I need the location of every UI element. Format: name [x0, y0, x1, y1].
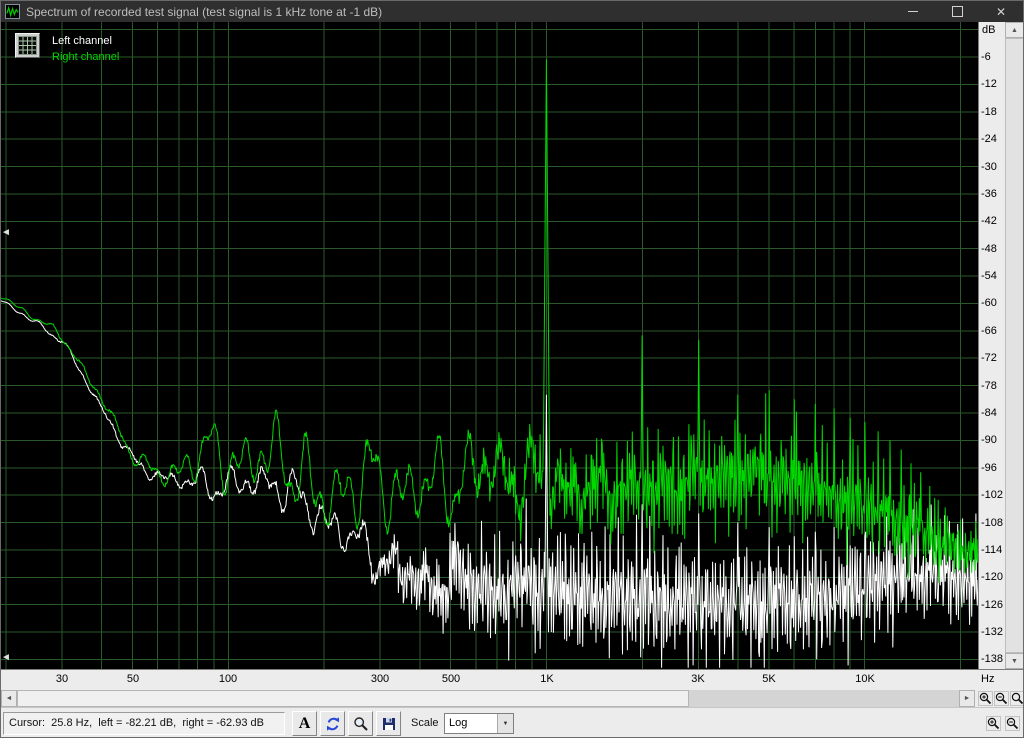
font-icon: A	[298, 714, 311, 732]
y-tick-label: -108	[981, 517, 1004, 529]
magnifier-icon	[1011, 692, 1023, 705]
title-bar[interactable]: Spectrum of recorded test signal (test s…	[1, 1, 1023, 22]
magnifier-icon	[353, 716, 368, 731]
series-right-channel	[1, 59, 978, 583]
x-tick-label: 10K	[855, 673, 875, 685]
zoom-out-vertical-button[interactable]	[1005, 716, 1020, 731]
y-tick-label: -66	[981, 325, 997, 337]
y-tick-label: -42	[981, 215, 997, 227]
legend: Left channel Right channel	[15, 33, 119, 65]
scale-select[interactable]: Log ▼	[444, 713, 514, 734]
scroll-left-button[interactable]: ◄	[1, 690, 17, 707]
zoom-in-horizontal-button[interactable]	[978, 691, 993, 706]
x-tick-label: 500	[441, 673, 461, 685]
status-bar: Cursor: 25.8 Hz, left = -82.21 dB, right…	[1, 707, 1023, 737]
cursor-readout: Cursor: 25.8 Hz, left = -82.21 dB, right…	[3, 712, 285, 735]
x-axis-strip: Hz 30 50 100 300 500 1K 3K 5K 10K	[1, 669, 1023, 690]
inspect-button[interactable]	[348, 711, 373, 736]
x-tick-label: 100	[218, 673, 238, 685]
minimize-button[interactable]	[891, 1, 935, 22]
app-icon	[5, 4, 20, 19]
y-tick-label: -12	[981, 78, 997, 90]
scale-label: Scale	[411, 717, 439, 729]
legend-labels: Left channel Right channel	[52, 33, 119, 65]
spectrum-plot[interactable]: Left channel Right channel ◄ ◄	[1, 22, 978, 669]
horizontal-scrollbar[interactable]: ◄ ►	[1, 690, 1023, 707]
vertical-scrollbar-thumb[interactable]	[1005, 38, 1023, 653]
y-tick-label: -120	[981, 571, 1004, 583]
y-tick-label: -54	[981, 270, 997, 282]
scroll-right-button[interactable]: ►	[959, 690, 975, 707]
close-icon: ✕	[995, 4, 1007, 19]
y-tick-label: -72	[981, 352, 997, 364]
vertical-scrollbar[interactable]: ▲ ▼	[1005, 22, 1023, 669]
scroll-right-icon: ►	[963, 695, 971, 702]
scroll-down-icon: ▼	[1011, 657, 1018, 665]
zoom-in-icon	[987, 717, 1000, 730]
spectrum-canvas[interactable]	[1, 22, 978, 669]
maximize-button[interactable]	[935, 1, 979, 22]
zoom-in-icon	[979, 692, 992, 705]
zoom-reset-button[interactable]	[1010, 691, 1023, 706]
save-button[interactable]	[376, 711, 401, 736]
y-tick-label: -18	[981, 106, 997, 118]
y-axis-unit-label: dB	[982, 24, 996, 36]
scroll-up-button[interactable]: ▲	[1005, 22, 1023, 38]
refresh-button[interactable]	[320, 711, 345, 736]
close-button[interactable]: ✕	[979, 1, 1023, 22]
zoom-out-icon	[995, 692, 1008, 705]
y-tick-label: -78	[981, 380, 997, 392]
y-axis-strip: dB -6 -12 -18 -24 -30 -36 -42 -48 -54 -60 -66 -72 -7…	[978, 22, 1005, 669]
y-tick-label: -24	[981, 133, 997, 145]
window-title: Spectrum of recorded test signal (test s…	[26, 4, 383, 19]
x-tick-label: 1K	[540, 673, 554, 685]
y-tick-label: -48	[981, 243, 997, 255]
x-tick-label: 3K	[691, 673, 705, 685]
left-axis-marker-icon: ◄	[1, 227, 11, 238]
combo-dropdown-button[interactable]: ▼	[497, 714, 513, 733]
zoom-out-icon	[1006, 717, 1019, 730]
grid-icon	[18, 36, 37, 55]
y-tick-label: -138	[981, 653, 1004, 665]
scroll-up-icon: ▲	[1011, 26, 1018, 34]
y-tick-label: -102	[981, 489, 1004, 501]
y-tick-label: -126	[981, 599, 1004, 611]
legend-left-channel: Left channel	[52, 35, 112, 47]
y-tick-label: -96	[981, 462, 997, 474]
scroll-left-icon: ◄	[5, 695, 13, 702]
maximize-icon	[951, 6, 963, 17]
y-tick-label: -132	[981, 626, 1004, 638]
x-tick-label: 300	[370, 673, 390, 685]
scale-select-value: Log	[449, 717, 468, 729]
zoom-in-vertical-button[interactable]	[986, 716, 1001, 731]
y-tick-label: -90	[981, 434, 997, 446]
refresh-icon	[326, 716, 339, 731]
legend-right-channel: Right channel	[52, 51, 120, 63]
save-icon	[382, 717, 395, 730]
x-axis-unit-label: Hz	[981, 673, 995, 685]
chevron-down-icon: ▼	[502, 720, 509, 727]
horizontal-scrollbar-thumb[interactable]	[17, 690, 689, 707]
x-tick-label: 50	[126, 673, 140, 685]
font-button[interactable]: A	[292, 711, 317, 736]
x-tick-label: 5K	[762, 673, 776, 685]
y-tick-label: -84	[981, 407, 997, 419]
left-axis-marker-icon: ◄	[1, 652, 11, 663]
scroll-down-button[interactable]: ▼	[1005, 653, 1023, 669]
y-tick-label: -60	[981, 297, 997, 309]
spectrum-options-button[interactable]	[15, 33, 40, 58]
y-tick-label: -114	[981, 544, 1003, 556]
y-tick-label: -6	[981, 51, 991, 63]
spectrum-window: Spectrum of recorded test signal (test s…	[0, 0, 1024, 738]
zoom-out-horizontal-button[interactable]	[994, 691, 1009, 706]
minimize-icon	[908, 11, 918, 12]
y-tick-label: -30	[981, 161, 997, 173]
x-tick-label: 30	[55, 673, 69, 685]
y-tick-label: -36	[981, 188, 997, 200]
